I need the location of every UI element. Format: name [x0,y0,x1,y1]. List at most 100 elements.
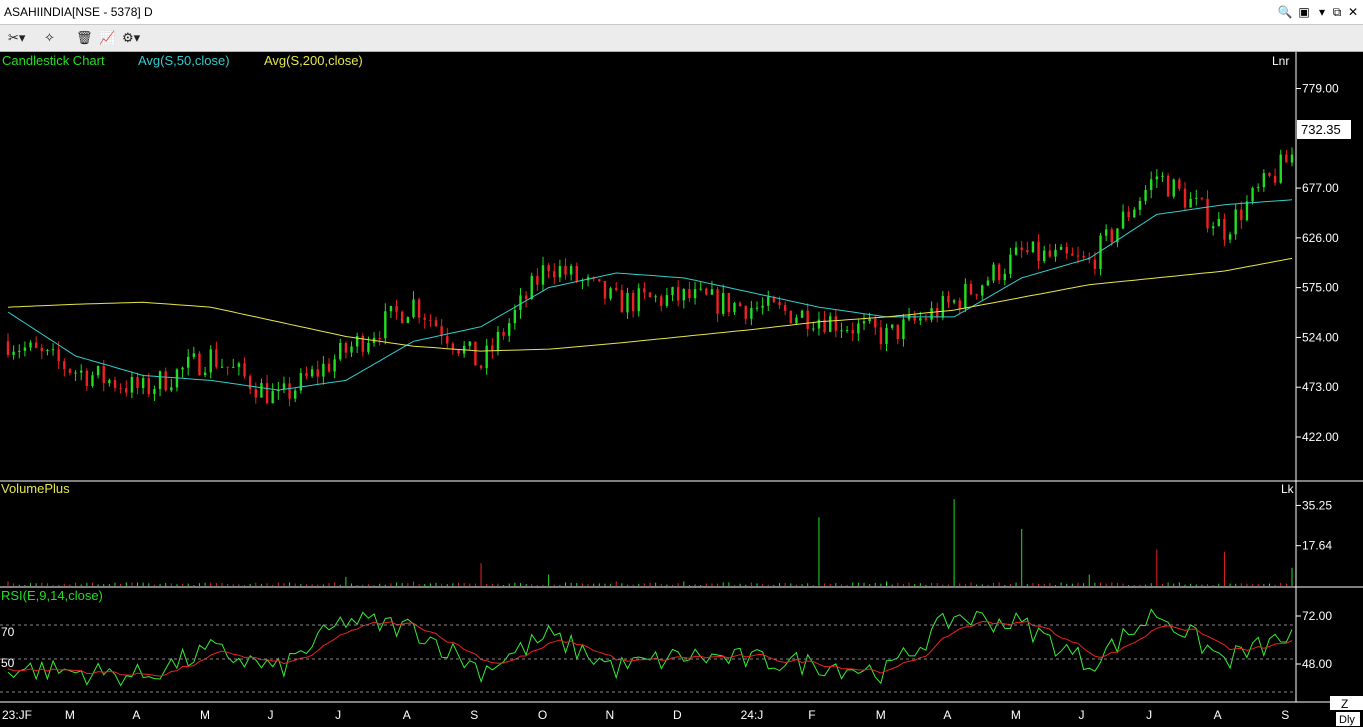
legend-candlestick: Candlestick Chart [2,53,105,68]
time-axis-label: D [673,708,682,722]
volume-tick-label: 17.64 [1302,539,1332,553]
search-icon[interactable]: 🔍 [1277,3,1293,21]
candle-body [130,376,134,393]
time-axis-label: O [538,708,547,722]
candle-body [952,300,956,303]
candle-body [547,265,550,272]
candle-body [997,264,1001,281]
candle-body [857,323,860,334]
candle-body [541,265,545,285]
drawing-tools-icon[interactable]: ✂▾ [8,28,25,48]
candle-body [569,266,573,275]
candle-body [845,330,849,332]
tile-icon[interactable]: ⧉ [1329,3,1345,21]
candle-body [34,342,38,348]
candle-body [913,315,916,321]
rsi-tick-label: 48.00 [1302,657,1332,671]
candle-body [530,275,533,300]
price-tick-label: 677.00 [1302,181,1339,195]
candle-body [429,319,432,321]
candle-body [1043,250,1046,262]
candle-body [260,383,263,398]
candle-body [1121,211,1125,229]
time-axis-label: M [200,708,210,722]
candle-body [705,288,708,295]
close-icon[interactable]: ✕ [1345,3,1361,21]
candle-body [598,278,601,282]
candle-body [1279,154,1282,183]
candle-body [170,387,173,391]
candle-body [829,316,832,332]
time-axis-label: M [876,708,886,722]
candle-body [1273,175,1277,183]
candle-body [727,292,731,313]
candle-body [1285,154,1288,163]
candle-body [12,351,15,355]
candle-body [1166,175,1170,197]
candle-body [63,361,66,370]
candle-body [795,317,798,324]
candle-body [51,349,55,351]
candle-body [1110,229,1113,243]
candle-body [237,363,241,367]
candle-body [615,288,618,291]
crosshair-tools-icon[interactable]: ✧ [44,28,55,48]
legend-rsi: RSI(E,9,14,close) [1,588,103,603]
candle-body [1211,226,1215,229]
volume-scale-tag: Lk [1281,482,1295,496]
candle-body [1133,209,1136,218]
time-axis-label: J [1146,708,1152,722]
candle-body [18,350,21,352]
candle-body [181,367,184,370]
candle-body [1195,197,1198,199]
candle-body [1268,173,1271,176]
candle-body [890,324,894,328]
volume-tick-label: 35.25 [1302,498,1332,512]
zoom-label[interactable]: Z [1341,697,1348,711]
candle-body [344,342,348,353]
candle-body [468,341,471,346]
period-label[interactable]: Dly [1339,714,1355,726]
candle-body [924,318,928,320]
candle-body [491,345,494,351]
candle-body [1234,209,1237,235]
candle-body [333,359,336,372]
candle-body [203,372,207,376]
candle-body [969,283,973,295]
price-tick-label: 422.00 [1302,430,1339,444]
candle-body [981,285,984,296]
candle-body [671,287,674,296]
settings-icon[interactable]: ⚙▾ [122,28,140,48]
chart-toolbar: ✂▾ ✧ 🗑 📈 ⚙▾ [0,25,1363,52]
candle-body [327,363,331,372]
candle-body [1189,198,1192,208]
indicators-icon[interactable]: 📈 [99,28,115,48]
chart-area[interactable]: Candlestick Chart Avg(S,50,close) Avg(S,… [0,52,1363,727]
candle-body [1245,201,1249,221]
candle-body [1200,197,1204,199]
candle-body [879,327,883,345]
candle-body [136,376,139,389]
time-axis-label: N [605,708,614,722]
candle-body [401,311,404,324]
dropdown-icon[interactable]: ▾ [1314,3,1330,21]
time-axis-label: J [268,708,274,722]
time-axis-label: S [470,708,478,722]
candle-body [992,264,995,281]
time-axis-label: S [1281,708,1289,722]
candle-body [1054,249,1057,257]
candle-body [851,330,854,334]
time-axis-label: 24:J [741,708,764,722]
candle-body [91,375,94,386]
candle-body [1150,179,1153,190]
candle-body [868,318,871,322]
candle-body [654,296,657,298]
candle-body [1076,255,1080,257]
candle-body [232,366,235,368]
restore-icon[interactable]: ▣ [1296,3,1312,21]
candle-body [508,323,511,336]
candle-body [1290,154,1294,163]
candle-body [964,283,967,309]
delete-objects-icon[interactable]: 🗑 [76,28,93,48]
candle-body [113,379,117,388]
